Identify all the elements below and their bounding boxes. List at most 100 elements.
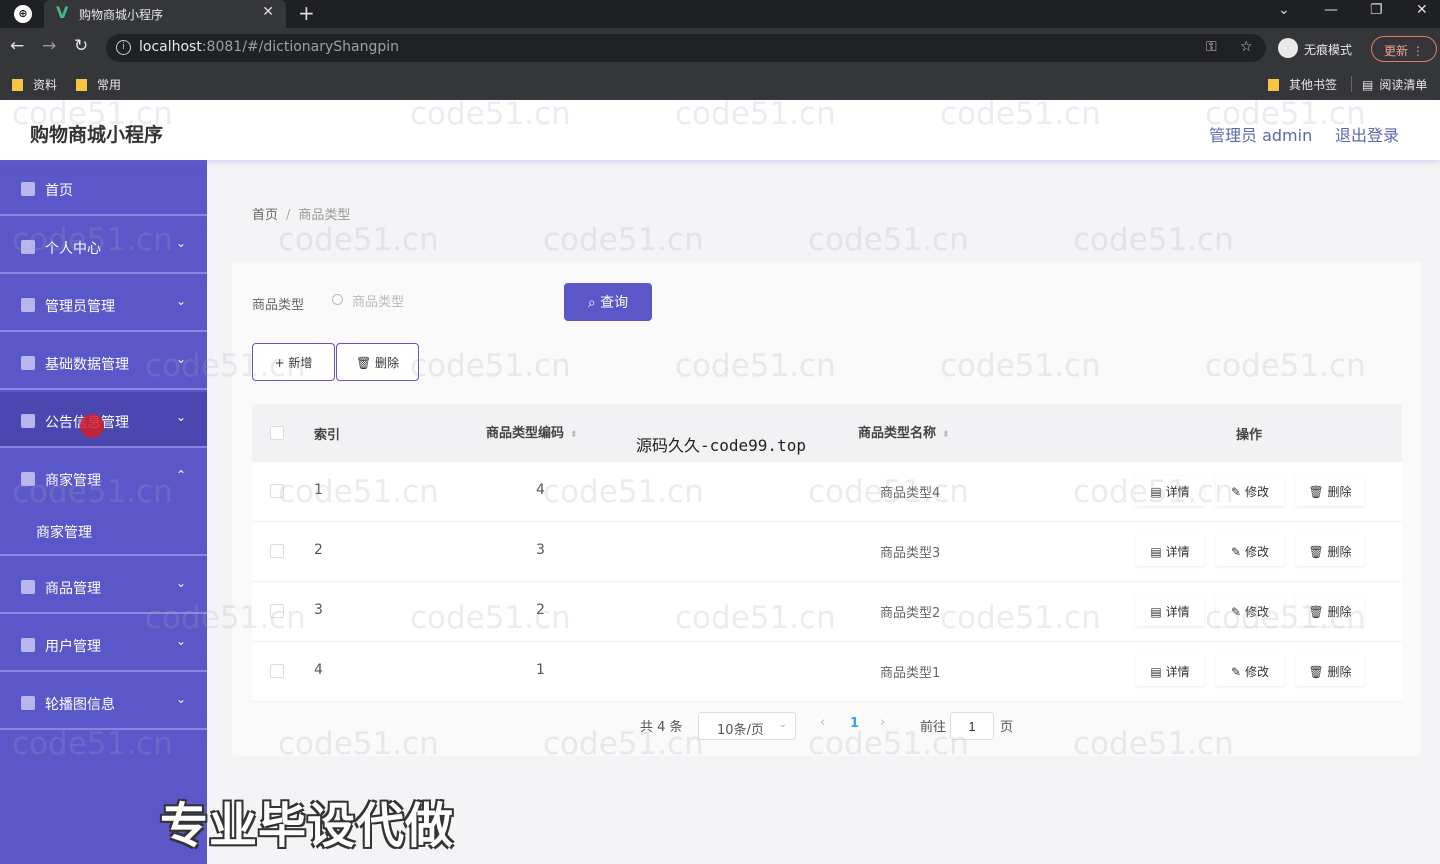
document-icon: ▤ [1150, 484, 1162, 499]
star-icon[interactable]: ☆ [1240, 39, 1253, 55]
row-delete-button[interactable]: 🗑 删除 [1296, 596, 1364, 626]
chevron-down-icon: ⌄ [176, 294, 187, 308]
sidebar-item-label: 管理员管理 [45, 299, 115, 315]
cell-index: 3 [314, 602, 323, 618]
pagination-total: 共 4 条 [640, 720, 683, 735]
cell-name: 商品类型1 [880, 666, 941, 681]
reload-icon[interactable]: ↻ [74, 36, 88, 56]
table-header: 索引 商品类型编码 ⬍ 商品类型名称 ⬍ 操作 [252, 404, 1402, 462]
edit-button[interactable]: ✎ 修改 [1216, 656, 1284, 686]
search-label: 商品类型 [252, 298, 305, 313]
row-checkbox[interactable] [270, 604, 284, 618]
trash-icon: 🗑 [1308, 664, 1324, 679]
edit-button[interactable]: ✎ 修改 [1216, 476, 1284, 506]
prev-page-icon[interactable]: ‹ [820, 715, 825, 730]
sort-icon[interactable]: ⬍ [942, 430, 950, 440]
browser-logo-icon: ⊕ [14, 5, 32, 23]
row-checkbox[interactable] [270, 544, 284, 558]
edit-button[interactable]: ✎ 修改 [1216, 596, 1284, 626]
query-button[interactable]: ⌕ 查询 [564, 283, 652, 321]
close-icon[interactable]: ✕ [262, 4, 274, 20]
key-icon[interactable]: ⚿ [1206, 39, 1217, 55]
edit-button[interactable]: ✎ 修改 [1216, 536, 1284, 566]
app-header: 购物商城小程序 管理员 admin 退出登录 [0, 100, 1440, 160]
window-close-icon[interactable]: ✕ [1416, 2, 1428, 18]
delete-button[interactable]: 🗑 删除 [336, 343, 419, 381]
pagination: 共 4 条 10条/页⌄ ‹ 1 › 前往 页 [640, 712, 1060, 742]
sort-icon[interactable]: ⬍ [570, 430, 578, 440]
folder-icon [1268, 79, 1279, 91]
sidebar-item-home[interactable]: 首页 [0, 160, 207, 216]
update-button[interactable]: 更新 ⋮ [1371, 36, 1437, 62]
sidebar-item-notices[interactable]: 公告信息管理 ⌄ [0, 392, 207, 448]
admin-icon [21, 298, 35, 312]
chevron-down-icon: ⌄ [778, 719, 787, 730]
sidebar-item-admins[interactable]: 管理员管理 ⌄ [0, 276, 207, 332]
chevron-down-icon: ⌄ [176, 634, 187, 648]
other-bookmarks[interactable]: 其他书签 [1268, 76, 1337, 93]
bookmark-folder-2[interactable]: 常用 [76, 76, 121, 93]
back-icon[interactable]: ← [10, 36, 24, 56]
vue-logo-icon: V [56, 3, 69, 22]
submenu-item-merchants[interactable]: 商家管理 [0, 506, 207, 556]
new-tab-icon[interactable]: + [298, 1, 315, 25]
sidebar-item-profile[interactable]: 个人中心 ⌄ [0, 218, 207, 274]
sidebar-item-users[interactable]: 用户管理 ⌄ [0, 616, 207, 672]
table-row: 3 2 商品类型2 ▤ 详情 ✎ 修改 🗑 删除 [252, 582, 1402, 642]
cell-index: 1 [314, 482, 323, 498]
sidebar-item-products[interactable]: 商品管理 ⌄ [0, 558, 207, 614]
sidebar-item-label: 用户管理 [45, 639, 101, 655]
next-page-icon[interactable]: › [880, 715, 885, 730]
logout-link[interactable]: 退出登录 [1335, 122, 1399, 146]
trash-icon: 🗑 [355, 355, 372, 370]
sidebar-item-merchants[interactable]: 商家管理 ⌃ [0, 450, 207, 506]
page-size-select[interactable]: 10条/页 ⌄ [698, 712, 796, 740]
sidebar: 首页 个人中心 ⌄ 管理员管理 ⌄ 基础数据管理 ⌄ 公告信息管理 ⌄ 商家管理… [0, 160, 207, 864]
data-table: 索引 商品类型编码 ⬍ 商品类型名称 ⬍ 操作 1 4 商品类型4 ▤ 详情 ✎ 修… [252, 404, 1402, 704]
cell-name: 商品类型3 [880, 546, 941, 561]
breadcrumb: 首页 / 商品类型 [252, 208, 351, 223]
bookmark-folder-1[interactable]: 资料 [12, 76, 57, 93]
edit-icon: ✎ [1231, 484, 1242, 499]
watermark: code51.cn [1073, 222, 1234, 258]
header-code[interactable]: 商品类型编码 ⬍ [486, 422, 578, 441]
add-button[interactable]: + 新增 [252, 343, 335, 381]
info-icon[interactable]: i [116, 40, 131, 55]
select-all-checkbox[interactable] [270, 426, 284, 440]
chevron-down-icon: ⌄ [176, 236, 187, 250]
list-icon [21, 472, 35, 486]
row-checkbox[interactable] [270, 484, 284, 498]
detail-button[interactable]: ▤ 详情 [1136, 476, 1204, 506]
row-checkbox[interactable] [270, 664, 284, 678]
incognito-badge[interactable]: 无痕模式 [1276, 34, 1364, 62]
forward-icon[interactable]: → [42, 36, 56, 56]
sidebar-item-carousel[interactable]: 轮播图信息 ⌄ [0, 674, 207, 730]
detail-button[interactable]: ▤ 详情 [1136, 596, 1204, 626]
tab-title: 购物商城小程序 [79, 8, 164, 22]
promo-overlay-text: 专业毕设代做 [160, 798, 455, 854]
row-delete-button[interactable]: 🗑 删除 [1296, 536, 1364, 566]
url-input[interactable]: i localhost:8081/#/dictionaryShangpin ⚿ … [106, 34, 1266, 62]
restore-icon[interactable]: ❐ [1370, 2, 1383, 18]
row-delete-button[interactable]: 🗑 删除 [1296, 476, 1364, 506]
trash-icon: 🗑 [1308, 544, 1324, 559]
page-number[interactable]: 1 [850, 716, 859, 731]
browser-tab[interactable]: V 购物商城小程序 ✕ [44, 0, 286, 28]
breadcrumb-home[interactable]: 首页 [252, 208, 278, 223]
sidebar-item-basic-data[interactable]: 基础数据管理 ⌄ [0, 334, 207, 390]
cell-code: 4 [536, 482, 545, 498]
search-input[interactable] [322, 284, 542, 318]
sidebar-item-label: 商家管理 [45, 473, 101, 489]
row-delete-button[interactable]: 🗑 删除 [1296, 656, 1364, 686]
detail-button[interactable]: ▤ 详情 [1136, 536, 1204, 566]
chevron-up-icon: ⌃ [176, 468, 187, 482]
detail-button[interactable]: ▤ 详情 [1136, 656, 1204, 686]
goto-page-input[interactable] [950, 712, 994, 740]
chevron-down-icon[interactable]: ⌄ [1278, 2, 1290, 18]
reading-list[interactable]: ▤ 阅读清单 [1362, 76, 1427, 93]
header-name[interactable]: 商品类型名称 ⬍ [858, 422, 950, 441]
document-icon: ▤ [1150, 664, 1162, 679]
home-icon [21, 182, 35, 196]
minimize-icon[interactable]: — [1324, 2, 1338, 18]
sidebar-item-label: 个人中心 [45, 241, 101, 257]
